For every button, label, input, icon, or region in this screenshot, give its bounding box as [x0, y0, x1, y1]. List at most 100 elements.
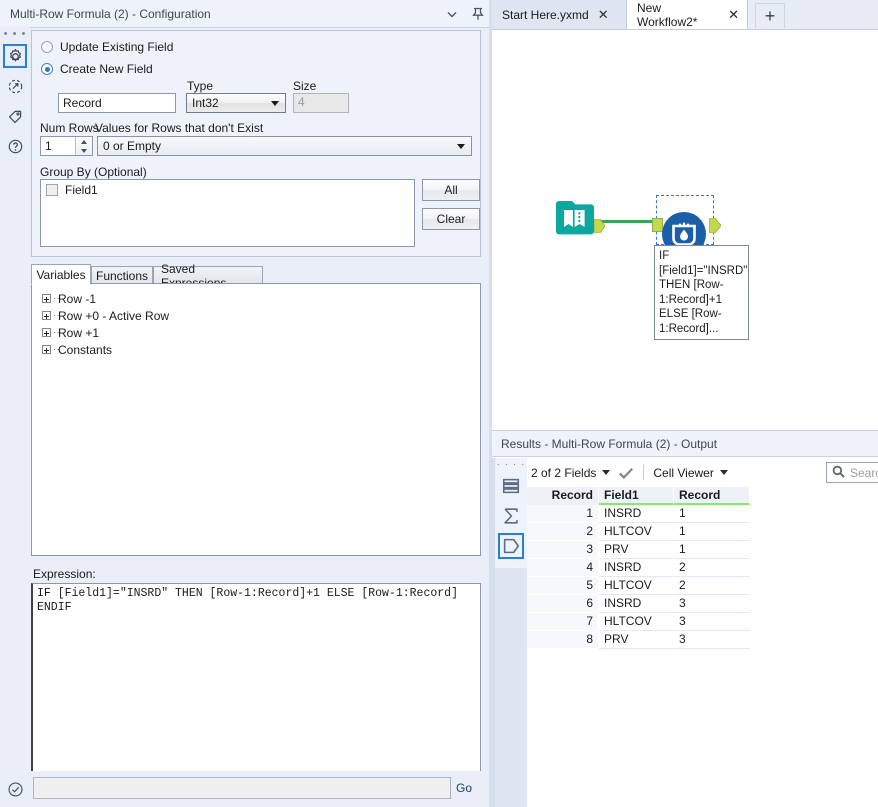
expand-plus-icon[interactable] — [42, 328, 51, 337]
workflow-tab-new-workflow2[interactable]: New Workflow2* ✕ — [626, 0, 748, 30]
results-grid[interactable]: Record Field1 Record 1 INSRD 1 2 HLTCOV … — [527, 487, 878, 787]
cell-field1[interactable]: INSRD — [599, 595, 674, 613]
stepper-up[interactable] — [76, 137, 92, 146]
results-title-text: Results - Multi-Row Formula (2) - Output — [501, 437, 717, 451]
field-type-dropdown[interactable]: Int32 — [186, 93, 286, 113]
cell-record[interactable]: 3 — [674, 595, 750, 613]
expand-plus-icon[interactable] — [42, 345, 51, 354]
workflow-canvas[interactable]: IF [Field1]="INSRD" THEN [Row-1:Record]+… — [492, 30, 878, 430]
row-number: 1 — [527, 505, 599, 523]
table-row[interactable]: 8 PRV 3 — [527, 631, 878, 649]
row-number: 3 — [527, 541, 599, 559]
output-anchor[interactable] — [709, 218, 719, 232]
cell-field1[interactable]: PRV — [599, 631, 674, 649]
close-icon[interactable]: ✕ — [598, 7, 609, 23]
group-by-field-list[interactable]: Field1 — [40, 179, 415, 247]
list-item-label: Field1 — [65, 183, 98, 197]
gear-icon[interactable] — [3, 44, 27, 68]
cell-field1[interactable]: INSRD — [599, 505, 674, 523]
tree-node-row-minus-1[interactable]: ·· Row -1 — [32, 290, 480, 307]
workflow-tab-start-here[interactable]: Start Here.yxmd ✕ — [492, 0, 626, 30]
expand-plus-icon[interactable] — [42, 294, 51, 303]
select-all-button[interactable]: All — [422, 179, 480, 201]
close-icon[interactable]: ✕ — [728, 7, 739, 23]
workflow-tabbar: Start Here.yxmd ✕ New Workflow2* ✕ + — [492, 0, 878, 30]
new-field-name-input[interactable] — [58, 93, 176, 113]
values-missing-value: 0 or Empty — [98, 139, 161, 153]
cell-record[interactable]: 2 — [674, 577, 750, 595]
radio-update-existing-field[interactable]: Update Existing Field — [41, 40, 173, 54]
column-header-record-num[interactable]: Record — [527, 487, 599, 505]
checkmark-icon[interactable] — [618, 466, 634, 480]
column-header-field1[interactable]: Field1 — [599, 487, 674, 505]
cell-field1[interactable]: HLTCOV — [599, 613, 674, 631]
table-row[interactable]: 3 PRV 1 — [527, 541, 878, 559]
column-header-record[interactable]: Record — [674, 487, 750, 505]
cell-viewer-selector[interactable]: Cell Viewer — [653, 466, 727, 480]
help-question-icon[interactable] — [3, 134, 27, 158]
cell-field1[interactable]: HLTCOV — [599, 523, 674, 541]
data-output-icon[interactable] — [498, 533, 524, 559]
cell-field1[interactable]: PRV — [599, 541, 674, 559]
config-bottom-bar: Go — [0, 771, 492, 807]
fields-selector[interactable]: 2 of 2 Fields — [531, 466, 610, 480]
results-rail-fill — [495, 568, 527, 807]
go-button[interactable]: Go — [456, 781, 472, 795]
tab-functions[interactable]: Functions — [91, 266, 153, 284]
cell-record[interactable]: 1 — [674, 523, 750, 541]
annotation-tag-icon[interactable] — [3, 104, 27, 128]
stepper-down[interactable] — [76, 146, 92, 155]
radio-indicator-create — [41, 63, 53, 75]
tab-variables[interactable]: Variables — [31, 264, 91, 285]
table-row[interactable]: 6 INSRD 3 — [527, 595, 878, 613]
table-row[interactable]: 7 HLTCOV 3 — [527, 613, 878, 631]
configuration-title: Multi-Row Formula (2) - Configuration — [10, 7, 211, 21]
cell-record[interactable]: 2 — [674, 559, 750, 577]
table-row[interactable]: 2 HLTCOV 1 — [527, 523, 878, 541]
output-anchor[interactable] — [594, 219, 604, 233]
input-data-tool[interactable] — [555, 195, 595, 246]
expression-quick-input[interactable] — [33, 777, 451, 799]
field-size-input[interactable]: 4 — [293, 93, 349, 113]
chevron-down-icon[interactable] — [444, 6, 460, 22]
table-row[interactable]: 5 HLTCOV 2 — [527, 577, 878, 595]
check-circle-icon[interactable] — [7, 781, 24, 801]
tree-node-row-plus-1[interactable]: ·· Row +1 — [32, 324, 480, 341]
summary-sigma-icon[interactable] — [498, 503, 524, 529]
cell-field1[interactable]: INSRD — [599, 559, 674, 577]
chevron-down-icon — [602, 470, 610, 475]
new-workflow-tab-button[interactable]: + — [755, 3, 785, 28]
radio-create-new-field[interactable]: Create New Field — [41, 62, 153, 76]
messages-icon[interactable] — [498, 473, 524, 499]
cell-record[interactable]: 3 — [674, 631, 750, 649]
num-rows-stepper[interactable]: 1 — [40, 136, 93, 156]
list-item[interactable]: Field1 — [41, 180, 414, 197]
table-row[interactable]: 4 INSRD 2 — [527, 559, 878, 577]
table-row[interactable]: 1 INSRD 1 — [527, 505, 878, 523]
cell-field1[interactable]: HLTCOV — [599, 577, 674, 595]
chevron-down-icon — [720, 470, 728, 475]
tree-node-constants[interactable]: ·· Constants — [32, 341, 480, 358]
runtime-icon[interactable] — [3, 74, 27, 98]
cell-record[interactable]: 1 — [674, 505, 750, 523]
cell-record[interactable]: 1 — [674, 541, 750, 559]
tab-saved-expressions[interactable]: Saved Expressions — [153, 266, 263, 284]
expand-plus-icon[interactable] — [42, 311, 51, 320]
variables-tree[interactable]: ·· Row -1 ·· Row +0 - Active Row ·· Row … — [31, 283, 481, 556]
tree-node-label: Constants — [58, 343, 112, 357]
values-missing-dropdown[interactable]: 0 or Empty — [97, 136, 472, 156]
results-search[interactable]: Search — [826, 462, 878, 483]
expression-editor[interactable]: IF [Field1]="INSRD" THEN [Row-1:Record]+… — [31, 583, 481, 796]
clear-selection-button[interactable]: Clear — [422, 208, 480, 230]
cell-record[interactable]: 3 — [674, 613, 750, 631]
values-missing-label: Values for Rows that don't Exist — [95, 121, 263, 135]
type-label: Type — [187, 79, 213, 93]
num-rows-stepper-buttons[interactable] — [75, 137, 92, 155]
pin-icon[interactable] — [470, 6, 486, 22]
tree-node-row-active[interactable]: ·· Row +0 - Active Row — [32, 307, 480, 324]
rail-drag-dots: · · · · — [497, 461, 526, 469]
chevron-down-icon — [457, 144, 465, 149]
checkbox-field1[interactable] — [46, 184, 58, 196]
num-rows-value: 1 — [41, 139, 52, 153]
search-icon — [832, 465, 845, 481]
